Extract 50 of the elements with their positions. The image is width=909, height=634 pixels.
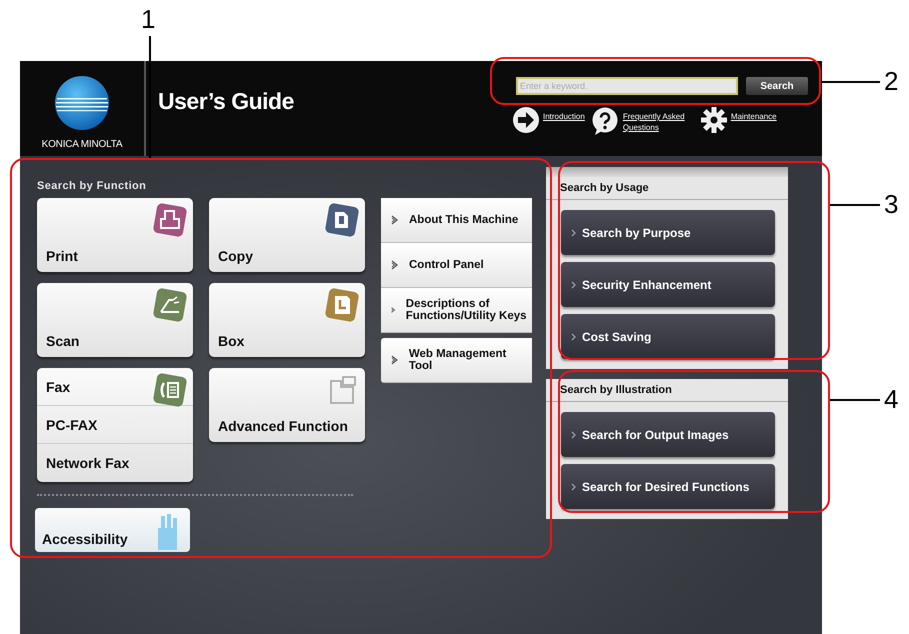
chevron-icon (391, 260, 399, 270)
function-button[interactable]: Advanced Function (209, 418, 357, 442)
search-field[interactable]: Enter a keyword. (516, 77, 738, 95)
printer-icon (153, 203, 187, 237)
folder-icon (325, 288, 359, 322)
logo-wordmark: KONICA MINOLTA (42, 139, 122, 150)
accessibility-button[interactable]: Accessibility (35, 508, 190, 552)
leader-line (830, 204, 880, 206)
panel-heading: Search by Usage (546, 177, 788, 200)
chevron-icon (571, 332, 576, 340)
function-button[interactable]: Network Fax (37, 444, 193, 482)
section-heading: Search by Function (37, 180, 148, 192)
callout-number: 2 (884, 66, 898, 96)
document-icon (325, 203, 359, 237)
header-link[interactable]: Frequently Asked Questions (622, 107, 695, 133)
phone-icon (153, 373, 187, 407)
scanner-icon (153, 288, 187, 322)
function-button[interactable]: Box (209, 333, 254, 357)
panel-heading: Search by Illustration (546, 379, 788, 402)
search-option-button[interactable]: Search for Output Images (561, 412, 775, 457)
callout-number: 4 (884, 384, 898, 414)
header-link[interactable]: Introduction (543, 107, 585, 122)
chevron-icon (571, 228, 576, 236)
leader-line (830, 399, 880, 401)
globe-logo-icon (55, 76, 109, 130)
chevron-icon (571, 482, 576, 490)
function-button[interactable]: PC-FAX (37, 406, 193, 444)
function-button[interactable]: Scan (37, 333, 88, 357)
chevron-icon (391, 355, 399, 365)
chevron-icon (391, 215, 399, 225)
help-icon[interactable] (590, 107, 619, 135)
page-title: User’s Guide (158, 88, 295, 115)
search-option-button[interactable]: Search for Desired Functions (561, 464, 775, 509)
search-option-button[interactable]: Search by Purpose (561, 210, 775, 255)
menu-link[interactable]: Descriptions of Functions/Utility Keys (381, 288, 532, 333)
menu-link[interactable]: Web Management Tool (381, 338, 532, 383)
menu-link[interactable]: Control Panel (381, 243, 532, 288)
chevron-icon (391, 305, 396, 315)
menu-link[interactable]: About This Machine (381, 198, 532, 243)
chevron-icon (571, 280, 576, 288)
function-button[interactable]: Print (37, 248, 87, 272)
settings-icon[interactable] (700, 107, 727, 133)
search-option-button[interactable]: Cost Saving (561, 314, 775, 359)
callout-number: 3 (884, 189, 898, 219)
callout-number: 1 (141, 4, 156, 34)
function-button[interactable]: Copy (209, 248, 262, 272)
chevron-icon (571, 430, 576, 438)
header-link[interactable]: Maintenance (730, 107, 777, 122)
search-button[interactable]: Search (746, 77, 808, 95)
search-option-button[interactable]: Security Enhancement (561, 262, 775, 307)
